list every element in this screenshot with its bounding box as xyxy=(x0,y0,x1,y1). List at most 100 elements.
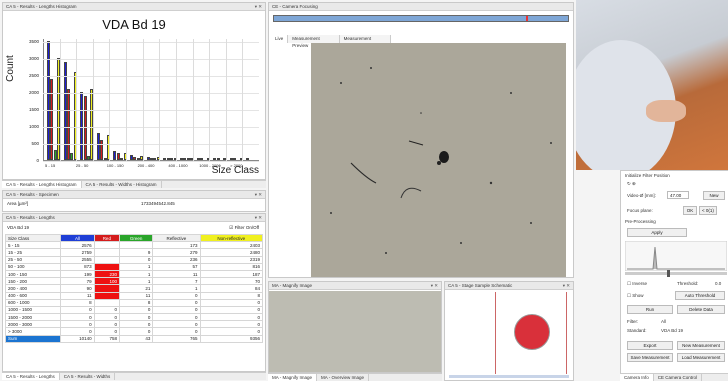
column-header[interactable]: Non-reflective xyxy=(199,233,264,243)
table-cell: 57 xyxy=(152,262,201,271)
tab-camera-info[interactable]: Camera Info xyxy=(620,374,654,381)
magnify-panel: MA - Magnify Image ▾ ✕ xyxy=(268,281,442,373)
standard-value[interactable]: VDA Bd 19 xyxy=(661,328,683,333)
table-row[interactable]: 1500 - 2000 0 0 0 0 0 xyxy=(4,313,264,322)
grid-line-v xyxy=(225,39,227,161)
apply-button[interactable]: Apply xyxy=(627,228,687,237)
table-row[interactable]: 200 - 400 90 21 1 84 xyxy=(4,284,264,293)
camera-tabs: Live Measurement Preview Measurement Pre… xyxy=(271,35,391,48)
grid-line-v xyxy=(76,39,78,161)
table-row[interactable]: 600 - 1000 8 8 0 0 xyxy=(4,298,264,307)
table-row[interactable]: 150 - 200 79 100 1 7 70 xyxy=(4,277,264,286)
threshold-handle[interactable] xyxy=(667,270,670,277)
invert-checkbox[interactable]: ☐ Inverse xyxy=(627,281,647,287)
new-measurement-button[interactable]: New Measurement xyxy=(677,341,725,350)
x-tick-label: 25 - 50 xyxy=(75,163,89,168)
grid-line-v xyxy=(126,39,128,161)
panel-controls-icon[interactable]: ▾ ✕ xyxy=(255,3,262,11)
save-measurement-button[interactable]: Save Measurement xyxy=(627,353,673,362)
tab-overview-image[interactable]: MA - Overview Image xyxy=(317,374,370,381)
table-row[interactable]: 1000 - 1500 0 0 0 0 0 xyxy=(4,305,264,315)
tab-lengths[interactable]: CA 5 - Results - Lengths xyxy=(2,373,60,380)
specimen-value: 1733494542.845 xyxy=(141,201,175,206)
export-button[interactable]: Export xyxy=(627,341,673,350)
stage-scrollbar[interactable] xyxy=(449,375,569,378)
tab-camera-control[interactable]: CE Camera Control xyxy=(654,374,703,381)
focus-marker[interactable] xyxy=(526,16,528,21)
sample-filter-circle[interactable] xyxy=(514,314,550,350)
filter-toggle[interactable]: ☑ Filter On/Off xyxy=(229,225,259,231)
table-cell: 150 - 200 xyxy=(4,277,62,286)
table-row[interactable]: 2000 - 3000 0 0 0 0 0 xyxy=(4,320,264,329)
y-tick-label: 2500 xyxy=(28,73,39,79)
table-row[interactable]: 5 - 15 2576 173 2403 xyxy=(4,241,264,250)
run-button[interactable]: Run xyxy=(627,305,673,314)
table-cell: 0 xyxy=(60,320,95,329)
table-cell: 100 xyxy=(93,277,120,286)
tab-widths[interactable]: CA 5 - Results - Widths xyxy=(60,373,116,380)
table-cell: 2403 xyxy=(199,241,264,250)
lengths-tabs: CA 5 - Results - Lengths CA 5 - Results … xyxy=(2,372,266,380)
lengths-table: Size Class All Red Green Reflective Non-refle… xyxy=(4,233,264,343)
panel-controls-icon[interactable]: ▾ ✕ xyxy=(431,282,438,290)
threshold-label: Threshold: xyxy=(677,281,699,286)
table-row[interactable]: 25 - 50 2555 0 236 2319 xyxy=(4,255,264,264)
table-row[interactable]: 400 - 600 11 11 0 8 xyxy=(4,291,264,300)
column-header[interactable]: Reflective xyxy=(152,233,201,243)
camera-live-image[interactable] xyxy=(311,43,566,277)
table-cell: 0 xyxy=(118,255,154,264)
new-button[interactable]: New xyxy=(703,191,725,200)
grid-line-v xyxy=(142,39,144,161)
tab-live[interactable]: Live xyxy=(271,35,289,43)
table-row[interactable]: 100 - 150 199 230 1 11 187 xyxy=(4,269,264,279)
tab-measurement-preview[interactable]: Measurement Preview xyxy=(288,35,340,48)
column-header[interactable]: Red xyxy=(93,233,120,243)
table-cell: 10140 xyxy=(60,334,95,343)
filter-value[interactable]: All xyxy=(661,319,666,324)
column-header[interactable]: Size Class xyxy=(4,233,62,243)
tab-lengths-histogram[interactable]: CA 5 - Results - Lengths Histogram xyxy=(2,181,82,188)
magnify-image[interactable] xyxy=(269,291,441,372)
table-cell: 25 - 50 xyxy=(4,255,62,264)
table-cell: 0 xyxy=(199,327,264,336)
video-diameter-input[interactable]: 47.00 xyxy=(667,191,689,199)
ok-button[interactable]: OK xyxy=(683,206,697,215)
panel-controls-icon[interactable]: ▾ ✕ xyxy=(255,214,262,222)
histogram-panel-title: CA 5 - Results - Lengths Histogram xyxy=(6,4,77,9)
lengths-titlebar: CA 5 - Results - Lengths ▾ ✕ xyxy=(3,214,265,222)
show-checkbox[interactable]: ☐ Show xyxy=(627,293,644,299)
table-row[interactable]: 50 - 100 873 1 57 816 xyxy=(4,262,264,271)
table-cell: 0 xyxy=(60,327,95,336)
delete-data-button[interactable]: Delete Data xyxy=(677,305,725,314)
ext-button[interactable]: < 0(1) xyxy=(699,206,717,215)
table-cell: 8 xyxy=(118,298,154,307)
table-cell: 0 xyxy=(93,313,120,322)
refresh-icon[interactable]: ↻ ⊕ xyxy=(627,181,636,187)
table-cell: 173 xyxy=(152,241,201,250)
threshold-slider[interactable] xyxy=(625,270,727,277)
table-cell: 0 xyxy=(93,320,120,329)
stage-area xyxy=(495,292,567,374)
column-header[interactable]: All xyxy=(60,233,95,243)
control-panel: Initialize Filter Position ↻ ⊕ Video-Ø [… xyxy=(620,170,728,375)
panel-controls-icon[interactable]: ▾ ✕ xyxy=(255,191,262,199)
auto-threshold-button[interactable]: Auto Threshold xyxy=(675,291,725,300)
filter-label: Filter: xyxy=(627,319,639,324)
table-row[interactable]: 15 - 25 2759 9 279 2480 xyxy=(4,248,264,257)
tab-measurement-preview-2[interactable]: Measurement Preview xyxy=(340,35,391,48)
table-cell: 21 xyxy=(118,284,154,293)
table-cell: 279 xyxy=(152,248,201,257)
specimen-titlebar: CA 5 - Results - Specimen ▾ ✕ xyxy=(3,191,265,199)
tab-magnify-image[interactable]: MA - Magnify Image xyxy=(268,374,318,381)
histogram-panel: CA 5 - Results - Lengths Histogram ▾ ✕ VD… xyxy=(2,2,266,180)
load-measurement-button[interactable]: Load Measurement xyxy=(677,353,725,362)
x-tick-label: > 2000 xyxy=(230,163,243,168)
table-row[interactable]: Sum 10140 758 43 765 9356 xyxy=(4,334,264,343)
panel-controls-icon[interactable]: ▾ ✕ xyxy=(563,282,570,290)
column-header[interactable]: Green xyxy=(118,233,154,243)
table-row[interactable]: > 3000 0 0 0 0 0 xyxy=(4,327,264,336)
table-cell: 0 xyxy=(60,313,95,322)
x-tick-label: 400 - 1000 xyxy=(168,163,188,168)
tab-widths-histogram[interactable]: CA 5 - Results - Widths - Histogram xyxy=(82,181,162,188)
stage-titlebar: CA 5 - Stage Sample Schematic ▾ ✕ xyxy=(445,282,573,290)
